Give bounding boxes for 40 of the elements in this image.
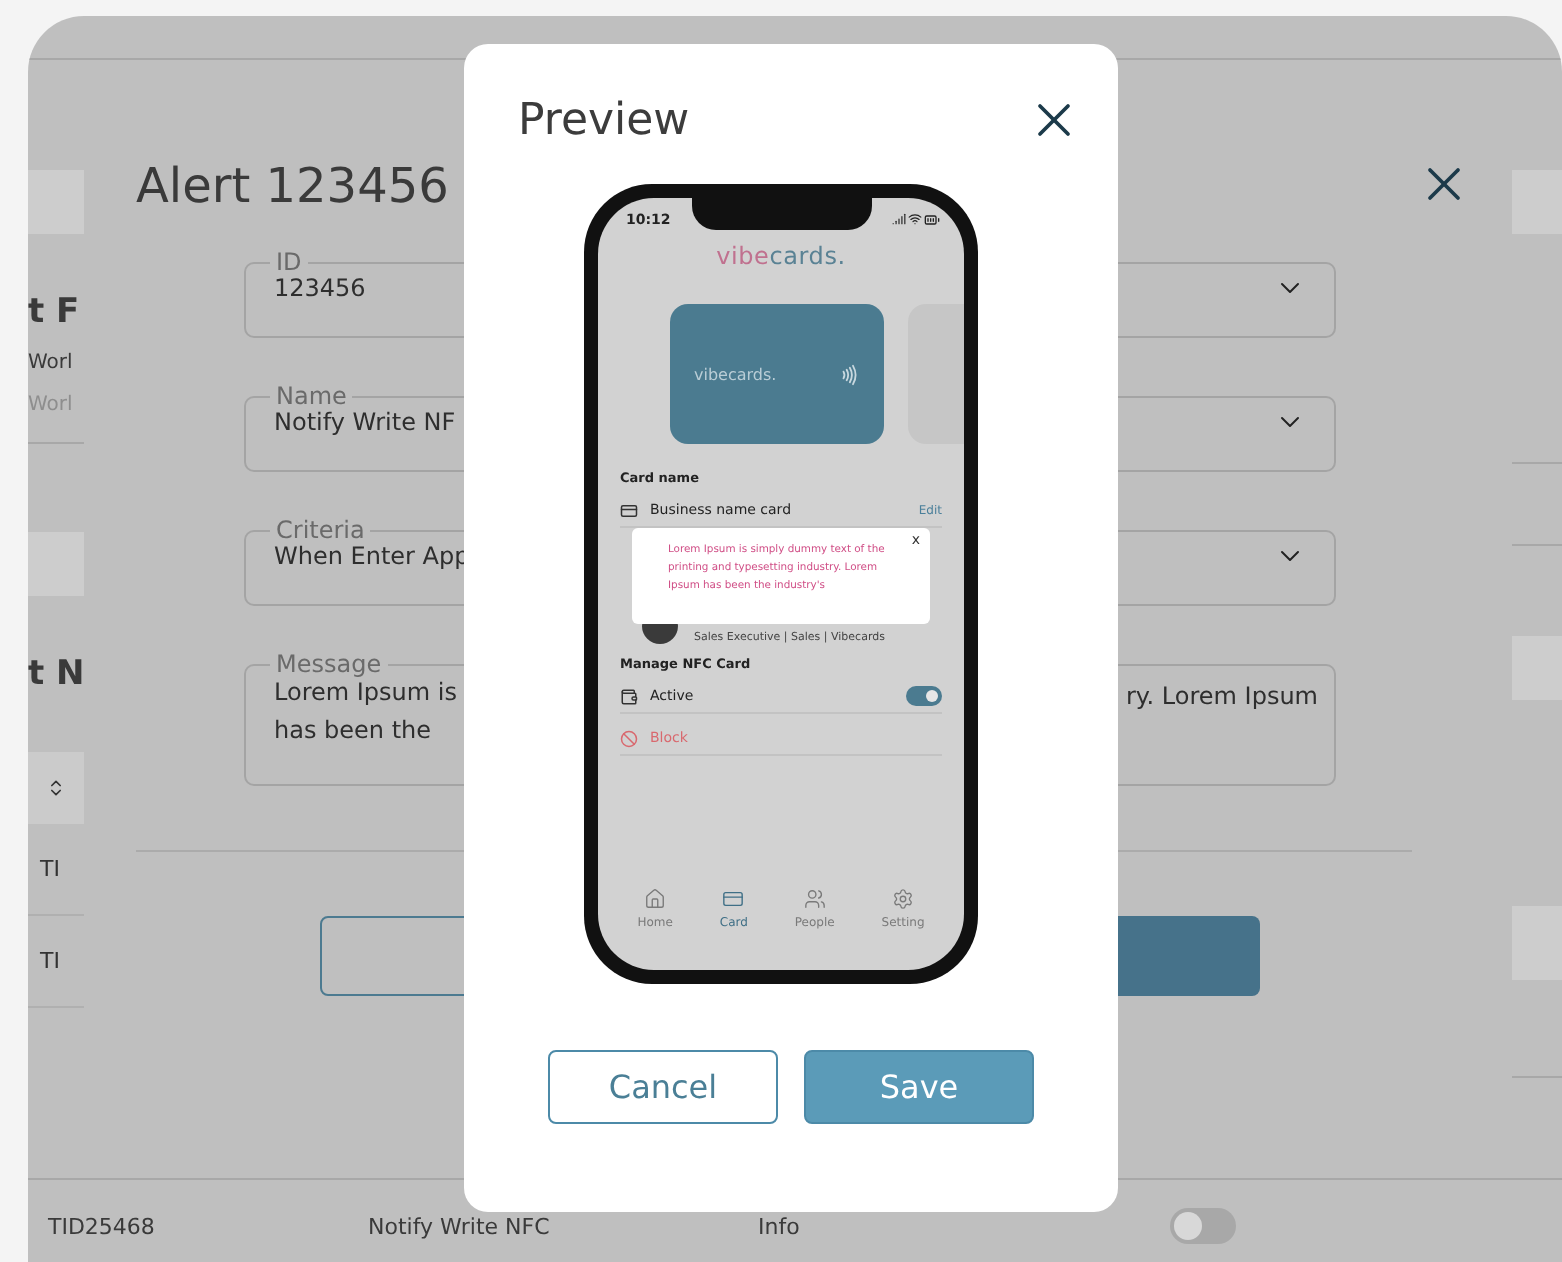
table-cell-text: TID25468 — [48, 1212, 157, 1240]
cancel-button[interactable]: Cancel — [548, 1050, 778, 1124]
nfc-card[interactable]: vibecards. — [670, 304, 884, 444]
wallet-icon — [620, 687, 638, 705]
field-value: Lorem Ipsum is — [274, 678, 457, 706]
field-value: ry. Lorem Ipsum — [1125, 682, 1318, 710]
signal-icon — [892, 212, 906, 226]
field-value: Notify Write NF — [274, 408, 456, 436]
table-cell: TI — [28, 824, 84, 916]
home-icon — [644, 888, 667, 910]
toolbar-block — [28, 532, 84, 596]
table-cell-text: Info — [758, 1212, 802, 1240]
table-cell-text: Notify Write NFC — [368, 1212, 552, 1240]
block-icon — [620, 729, 638, 747]
dialog-title: Alert 123456 — [136, 156, 449, 216]
section-heading: t F — [28, 290, 80, 334]
field-label: Message — [274, 654, 384, 674]
field-label: Criteria — [274, 520, 367, 540]
save-button[interactable]: Save — [804, 1050, 1034, 1124]
label-text: Worl — [28, 350, 73, 376]
toggle-switch[interactable] — [906, 686, 942, 706]
sort-icon[interactable] — [46, 778, 66, 798]
toolbar-block — [28, 170, 84, 234]
contactless-icon — [837, 363, 860, 385]
card-icon — [722, 888, 745, 910]
modal-title: Preview — [518, 95, 690, 145]
table-cell: TI — [28, 916, 84, 1008]
app-logo: vibecards. — [716, 242, 846, 270]
battery-icon — [924, 212, 940, 228]
wifi-icon — [908, 212, 922, 226]
card-icon — [620, 501, 638, 519]
field-label: Name — [274, 386, 349, 406]
card-logo: vibecards. — [694, 365, 777, 383]
field-value: has been the — [274, 716, 434, 744]
people-icon — [803, 888, 826, 910]
field-label: ID — [274, 252, 304, 272]
field-value: 123456 — [274, 274, 366, 302]
section-heading: t N — [28, 652, 85, 696]
settings-icon — [892, 888, 915, 910]
toggle-switch[interactable] — [1170, 1207, 1236, 1243]
